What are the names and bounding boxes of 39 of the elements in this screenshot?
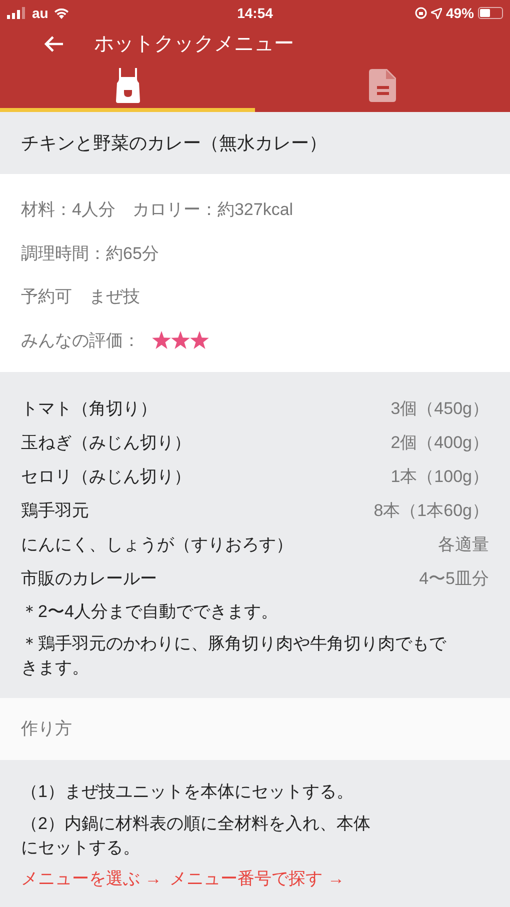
clock-time: 14:54 — [237, 4, 273, 20]
ingredient-amount: 各適量 — [438, 534, 489, 556]
star-icon — [152, 331, 171, 350]
ingredient-amount: 2個（400g） — [390, 432, 489, 454]
battery-percent: 49% — [446, 4, 474, 22]
document-icon — [369, 69, 396, 102]
star-icon — [190, 331, 209, 350]
carrier-name: au — [32, 4, 48, 22]
back-arrow-icon[interactable] — [44, 35, 64, 53]
section-heading: 作り方 — [21, 718, 72, 740]
recipe-info: 調理時間：約65分 — [21, 242, 159, 264]
method-step: （1）まぜ技ユニットを本体にセットする。 — [21, 776, 489, 808]
ingredient-note: ＊2〜4人分まで自動でできます。 — [21, 601, 279, 623]
ingredient-name: にんにく、しょうが（すりおろす） — [21, 534, 293, 556]
ingredient-name: 市販のカレールー — [21, 568, 157, 590]
rating-label: みんなの評価： — [21, 330, 140, 352]
method-step: （2）内鍋に材料表の順に全材料を入れ、本体にセットする。 — [21, 808, 489, 864]
ingredient-name: 鶏手羽元 — [21, 500, 89, 522]
ingredient-amount: 1本（100g） — [390, 466, 489, 488]
ingredient-amount: 4〜5皿分 — [419, 568, 489, 590]
recipe-title: チキンと野菜のカレー（無水カレー） — [21, 132, 327, 154]
ingredient-amount: 3個（450g） — [390, 398, 489, 420]
ingredient-note: ＊鶏手羽元のかわりに、豚角切り肉や牛角切り肉でもできます。 — [21, 633, 448, 679]
recipe-info: 予約可 まぜ技 — [21, 286, 140, 308]
rotation-lock-icon — [414, 7, 427, 19]
ingredient-name: トマト（角切り） — [21, 398, 157, 420]
menu-link[interactable]: メニュー番号で探す → — [170, 866, 344, 892]
ingredient-name: 玉ねぎ（みじん切り） — [21, 432, 191, 454]
ingredient-amount: 8本（1本60g） — [374, 500, 489, 522]
star-icon — [171, 331, 190, 350]
apron-icon — [114, 68, 140, 103]
wifi-icon — [53, 7, 70, 19]
location-arrow-icon — [430, 8, 442, 18]
screen-title: ホットクックメニュー — [94, 32, 294, 57]
ingredient-name: セロリ（みじん切り） — [21, 466, 191, 488]
menu-link[interactable]: メニューを選ぶ → — [21, 866, 162, 892]
battery-icon — [478, 7, 503, 19]
recipe-info: 材料：4人分 カロリー：約327kcal — [21, 199, 294, 221]
signal-icon — [7, 7, 27, 19]
